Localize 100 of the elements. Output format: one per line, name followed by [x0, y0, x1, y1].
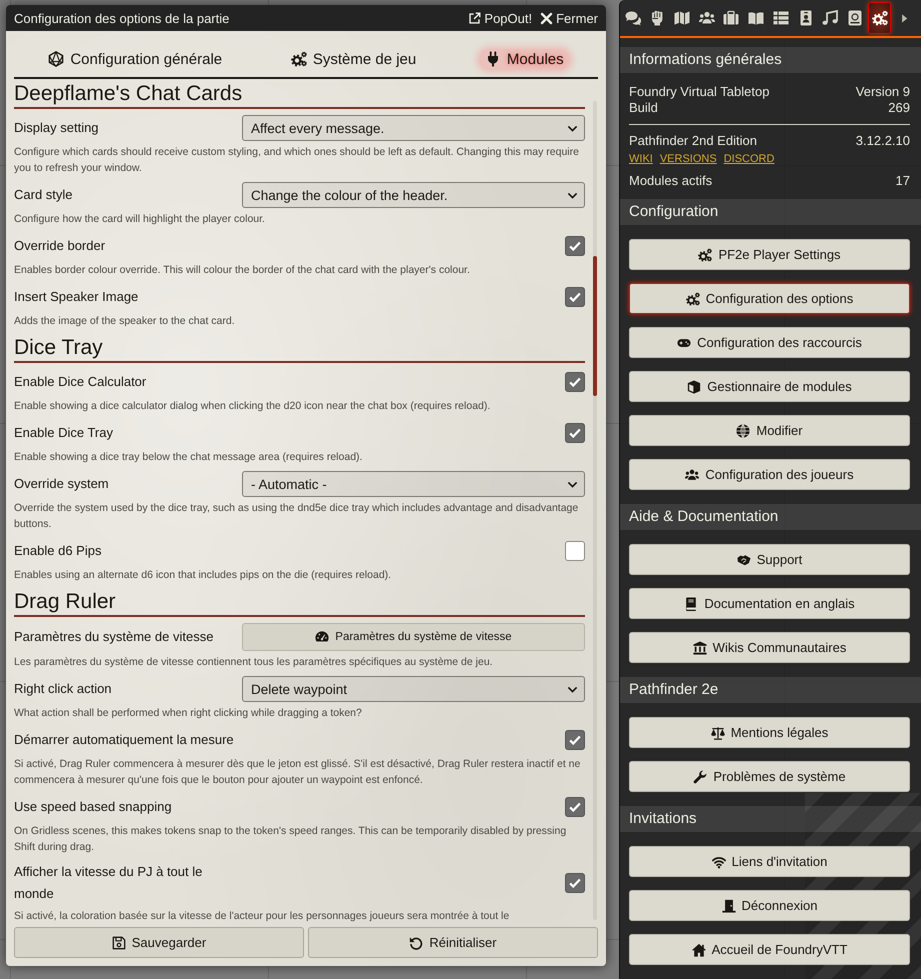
checkbox[interactable] — [565, 541, 585, 561]
setting-label: Afficher la vitesse du PJ à tout le monde — [14, 863, 204, 903]
section-header: Configuration — [620, 199, 921, 225]
window-title: Configuration des options de la partie — [14, 10, 230, 26]
sidebar-button[interactable]: Liens d'invitation — [629, 846, 910, 877]
sidebar-button[interactable]: Déconnexion — [629, 890, 910, 921]
setting-label: Démarrer automatiquement la mesure — [14, 731, 235, 749]
undo-icon — [409, 936, 424, 950]
checkmark-icon — [568, 290, 582, 304]
checkbox[interactable] — [565, 797, 585, 817]
setting-label: Override border — [14, 237, 106, 255]
sidebar-button[interactable]: Wikis Communautaires — [629, 632, 910, 663]
checkbox[interactable] — [565, 236, 585, 256]
wrench-icon — [693, 770, 708, 784]
system-link[interactable]: VERSIONS — [660, 151, 717, 167]
gears-icon — [290, 51, 307, 67]
checkbox[interactable] — [565, 730, 585, 750]
setting-label: Paramètres du système de vitesse — [14, 628, 214, 646]
sidebar-button[interactable]: Gestionnaire de modules — [629, 371, 910, 402]
setting-description: Configure which cards should receive custom styling, and which ones should be left as default. Changing this may require you to refresh your window. — [14, 145, 580, 176]
setting-description: Enables border colour override. This will colour the border of the chat card with the player's colour. — [14, 263, 471, 278]
table-list-icon — [772, 10, 789, 26]
sidebar-button[interactable]: Configuration des joueurs — [629, 459, 910, 490]
section-header: Aide & Documentation — [620, 504, 921, 530]
section-header: Pathfinder 2e — [620, 677, 921, 703]
setting-description: Si activé, la coloration basée sur la vitesse de l'acteur pour les personnages joueurs sera montrée à tout le — [14, 909, 510, 924]
select-field[interactable]: - Automatic - — [242, 471, 585, 497]
sidebar-button[interactable]: Accueil de FoundryVTT — [629, 934, 910, 965]
setting-description: Override the system used by the dice tray, such as using the dnd5e dice tray which includes advantage and disadvantage buttons. — [14, 501, 580, 532]
info-value: 3.12.2.10 — [856, 133, 910, 149]
scale-icon — [710, 726, 725, 740]
users-icon — [698, 10, 715, 26]
tab[interactable]: Configuration générale — [42, 48, 228, 70]
wifi-icon — [712, 854, 726, 868]
die-icon — [48, 51, 64, 67]
setting-description: Les paramètres du système de vitesse contiennent tous les paramètres spécifiques au système de jeu. — [14, 655, 494, 670]
info-value: Version 9 — [856, 84, 910, 100]
popout-button[interactable]: PopOut! — [468, 10, 532, 26]
setting-description: On Gridless scenes, this makes tokens snap to the token's speed ranges. This can be temporarily disabled by pressing Shift during drag. — [14, 824, 568, 855]
setting-label: Enable d6 Pips — [14, 542, 102, 560]
tab[interactable]: Système de jeu — [284, 48, 422, 70]
map-icon — [674, 10, 690, 26]
setting-description: What action shall be performed when right clicking while dragging a token? — [14, 706, 363, 721]
info-label: Pathfinder 2nd Edition — [629, 133, 757, 149]
gears-icon — [872, 10, 888, 26]
music-note-icon — [822, 10, 838, 26]
home-icon — [692, 942, 706, 956]
setting-description: Si activé, Drag Ruler commencera à mesurer dès que le jeton est glissé. S'il est désactivé, Drag Ruler restera inactif et ne commencera à mesurer qu'une fois que le bouton pour ajouter un waypoint est enfoncé. — [14, 757, 582, 788]
sidebar-button[interactable]: Mentions légales — [629, 717, 910, 748]
setting-label: Enable Dice Calculator — [14, 373, 148, 391]
book-open-icon — [748, 10, 764, 26]
info-label: Build — [629, 100, 658, 116]
close-button[interactable]: Fermer — [540, 10, 598, 26]
external-link-icon — [468, 12, 482, 24]
save-button[interactable]: Sauvegarder — [14, 927, 304, 958]
system-link[interactable]: WIKI — [629, 151, 653, 167]
checkbox[interactable] — [565, 423, 585, 443]
reset-button[interactable]: Réinitialiser — [308, 927, 598, 958]
sidebar-button[interactable]: Modifier — [629, 415, 910, 446]
module-heading: Deepflame's Chat Cards — [14, 81, 585, 109]
id-card-icon — [798, 10, 814, 26]
setting-description: Adds the image of the speaker to the chat card. — [14, 314, 236, 329]
section-header: Informations générales — [620, 47, 921, 73]
checkbox[interactable] — [565, 873, 585, 893]
checkmark-icon — [568, 733, 582, 747]
setting-label: Right click action — [14, 680, 113, 698]
sidebar-button[interactable]: Problèmes de système — [629, 761, 910, 792]
section-header: Invitations — [620, 806, 921, 832]
select-field[interactable]: Affect every message. — [242, 115, 585, 141]
sidebar-tab[interactable] — [868, 2, 892, 34]
handshake-icon — [736, 552, 751, 566]
checkmark-icon — [568, 426, 582, 440]
info-label: Modules actifs — [629, 173, 712, 189]
system-link[interactable]: DISCORD — [724, 151, 774, 167]
setting-label: Display setting — [14, 119, 100, 137]
info-value: 269 — [888, 100, 910, 116]
checkbox[interactable] — [565, 287, 585, 307]
select-field[interactable]: Delete waypoint — [242, 676, 585, 702]
sidebar-button[interactable]: Documentation en anglais — [629, 588, 910, 619]
gears-icon — [698, 248, 712, 262]
setting-description: Configure how the card will highlight the player colour. — [14, 212, 266, 227]
door-icon — [722, 898, 736, 912]
tab[interactable]: Modules — [478, 48, 570, 70]
globe-icon — [736, 424, 750, 438]
close-icon — [540, 12, 554, 24]
speed-settings-button[interactable]: Paramètres du système de vitesse — [242, 623, 585, 651]
gears-icon — [686, 292, 700, 306]
checkmark-icon — [568, 375, 582, 389]
sidebar-button[interactable]: Configuration des options — [629, 283, 910, 314]
checkmark-icon — [568, 239, 582, 253]
sidebar-button[interactable]: PF2e Player Settings — [629, 239, 910, 270]
select-field[interactable]: Change the colour of the header. — [242, 182, 585, 208]
checkbox[interactable] — [565, 372, 585, 392]
gauge-icon — [315, 630, 330, 644]
setting-description: Enable showing a dice tray below the chat message area (requires reload). — [14, 450, 364, 465]
sidebar-button[interactable]: Support — [629, 544, 910, 575]
fist-icon — [649, 10, 666, 26]
scrollbar-thumb[interactable] — [593, 256, 597, 396]
setting-label: Enable Dice Tray — [14, 424, 114, 442]
sidebar-button[interactable]: Configuration des raccourcis — [629, 327, 910, 358]
